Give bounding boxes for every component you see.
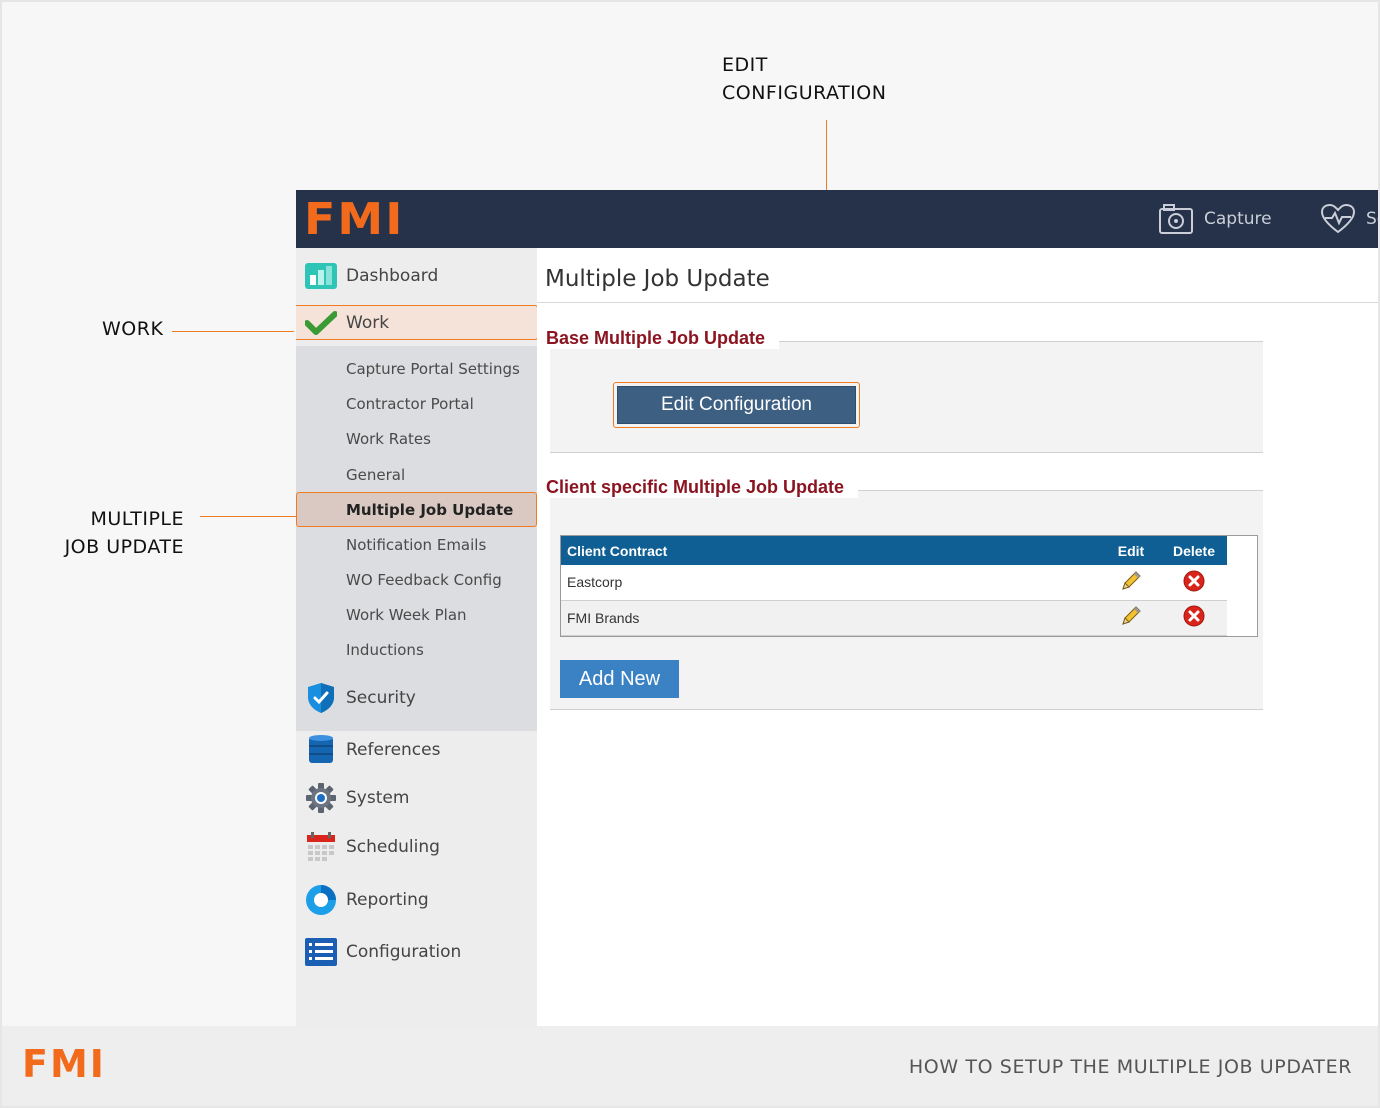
callout-text-line: EDIT [722, 54, 768, 76]
table: Client Contract Edit Delete Eastcorp FMI… [561, 536, 1227, 636]
sidebar-item-label: Dashboard [346, 266, 439, 286]
client-section-title: Client specific Multiple Job Update [544, 476, 859, 498]
page-title: Multiple Job Update [545, 266, 770, 292]
top-bar: FMI Capture Se [296, 190, 1380, 248]
submenu-item-multiple-job-update[interactable]: Multiple Job Update [296, 492, 537, 527]
fmi-logo[interactable]: FMI [304, 193, 404, 244]
calendar-icon [305, 831, 337, 863]
list-icon [305, 936, 337, 968]
callout-line-work [172, 331, 294, 332]
callout-text-line: MULTIPLE [90, 508, 184, 530]
footer: FMI HOW TO SETUP THE MULTIPLE JOB UPDATE… [0, 1026, 1380, 1108]
pencil-icon[interactable] [1120, 605, 1142, 627]
column-header-edit[interactable]: Edit [1101, 536, 1161, 565]
sidebar-item-references[interactable]: References [296, 728, 537, 772]
sidebar-item-label: System [346, 788, 410, 808]
submenu-item[interactable]: Contractor Portal [296, 386, 537, 421]
sidebar-item-label: Reporting [346, 890, 429, 910]
sidebar: Dashboard Work Capture Portal Settings C… [296, 248, 538, 1026]
table-header-row: Client Contract Edit Delete [561, 536, 1227, 565]
shield-icon [305, 682, 337, 714]
client-contract-table: Client Contract Edit Delete Eastcorp FMI… [560, 535, 1258, 637]
delete-icon[interactable] [1183, 605, 1205, 627]
heart-pulse-icon [1320, 203, 1356, 234]
callout-text-line: CONFIGURATION [722, 82, 887, 104]
client-section: Client specific Multiple Job Update Clie… [544, 476, 1263, 710]
work-submenu: Capture Portal Settings Contractor Porta… [296, 346, 537, 731]
capture-label: Capture [1204, 209, 1272, 229]
sidebar-item-label: Configuration [346, 942, 462, 962]
sidebar-item-security[interactable]: Security [296, 676, 537, 720]
sidebar-item-reporting[interactable]: Reporting [296, 878, 537, 922]
gear-icon [305, 782, 337, 814]
dashboard-icon [305, 260, 337, 292]
app-window: FMI Capture Se [296, 190, 1380, 1026]
submenu-item[interactable]: Work Rates [296, 421, 537, 456]
callout-text-line: JOB UPDATE [64, 536, 184, 558]
service-button[interactable]: Se [1320, 200, 1380, 238]
delete-cell [1161, 565, 1227, 601]
sidebar-item-label: Scheduling [346, 837, 440, 857]
submenu-item[interactable]: Capture Portal Settings [296, 351, 537, 386]
callout-work: WORK [102, 315, 163, 343]
footer-fmi-logo: FMI [22, 1042, 106, 1086]
table-row: Eastcorp [561, 565, 1227, 601]
sidebar-item-label: Work [346, 312, 390, 333]
sidebar-item-label: References [346, 740, 441, 760]
delete-icon[interactable] [1183, 570, 1205, 592]
submenu-item[interactable]: WO Feedback Config [296, 562, 537, 597]
sidebar-item-scheduling[interactable]: Scheduling [296, 825, 537, 869]
edit-cell [1101, 565, 1161, 601]
column-header-client-contract[interactable]: Client Contract [561, 536, 1101, 565]
submenu-item[interactable]: General [296, 457, 537, 492]
checkmark-icon [305, 307, 337, 339]
table-row: FMI Brands [561, 600, 1227, 636]
service-label: Se [1366, 209, 1380, 229]
sidebar-item-dashboard[interactable]: Dashboard [296, 254, 537, 298]
footer-caption: HOW TO SETUP THE MULTIPLE JOB UPDATER [908, 1056, 1352, 1078]
submenu-item[interactable]: Work Week Plan [296, 597, 537, 632]
column-header-delete[interactable]: Delete [1161, 536, 1227, 565]
edit-cell [1101, 600, 1161, 636]
callout-text-line: WORK [102, 318, 164, 340]
submenu-item[interactable]: Notification Emails [296, 527, 537, 562]
client-contract-cell: Eastcorp [561, 565, 1101, 601]
pencil-icon[interactable] [1120, 570, 1142, 592]
capture-button[interactable]: Capture [1158, 200, 1272, 238]
camera-icon [1159, 204, 1193, 234]
sidebar-item-work[interactable]: Work [296, 305, 538, 340]
submenu-item[interactable]: Inductions [296, 632, 537, 667]
edit-configuration-button[interactable]: Edit Configuration [617, 386, 856, 424]
base-section-title: Base Multiple Job Update [544, 327, 780, 349]
delete-cell [1161, 600, 1227, 636]
callout-multiple-job-update: MULTIPLE JOB UPDATE [64, 505, 184, 561]
database-icon [305, 734, 337, 766]
sidebar-item-system[interactable]: System [296, 776, 537, 820]
add-new-button[interactable]: Add New [560, 660, 679, 698]
sidebar-item-label: Security [346, 688, 416, 708]
donut-chart-icon [305, 884, 337, 916]
edit-configuration-highlight: Edit Configuration [613, 382, 860, 428]
main-content: Multiple Job Update Base Multiple Job Up… [537, 248, 1380, 1026]
base-section: Base Multiple Job Update Edit Configurat… [544, 327, 1263, 453]
callout-edit-configuration: EDIT CONFIGURATION [722, 51, 886, 107]
client-contract-cell: FMI Brands [561, 600, 1101, 636]
divider [537, 302, 1380, 303]
callout-line-multiple [200, 516, 296, 517]
sidebar-item-configuration[interactable]: Configuration [296, 930, 537, 974]
